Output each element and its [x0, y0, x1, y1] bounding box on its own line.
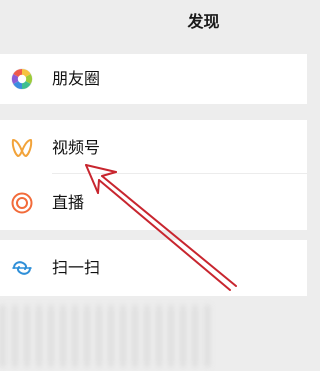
menu-item-moments[interactable]: 朋友圈 — [0, 55, 307, 103]
scan-card: 扫一扫 — [0, 240, 307, 296]
top-bar: 发现 — [0, 0, 307, 44]
live-concentric-circle-icon — [11, 192, 33, 214]
divider — [52, 173, 307, 174]
menu-label-channels: 视频号 — [52, 138, 101, 157]
menu-label-moments: 朋友圈 — [52, 69, 101, 88]
blurred-content — [0, 305, 210, 367]
menu-label-live: 直播 — [52, 193, 85, 212]
channels-card: 视频号 直播 — [0, 120, 307, 230]
moments-aperture-icon — [11, 68, 33, 90]
page-title: 发现 — [187, 12, 220, 31]
menu-item-scan[interactable]: 扫一扫 — [0, 244, 307, 292]
menu-item-channels[interactable]: 视频号 — [0, 124, 307, 172]
menu-item-live[interactable]: 直播 — [0, 179, 307, 227]
scan-icon — [12, 261, 32, 275]
menu-label-scan: 扫一扫 — [52, 258, 101, 277]
moments-card: 朋友圈 — [0, 54, 307, 104]
channels-butterfly-icon — [11, 139, 33, 157]
